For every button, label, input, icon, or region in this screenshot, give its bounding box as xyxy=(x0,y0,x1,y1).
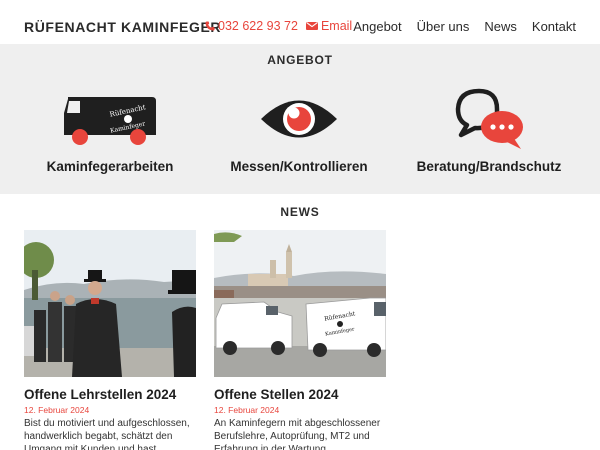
envelope-icon xyxy=(305,22,318,30)
brand-logo[interactable]: RÜFENACHT KAMINFEGER xyxy=(24,19,221,35)
service-messen-kontrollieren[interactable]: Messen/Kontrollieren xyxy=(199,84,399,174)
nav-item-news[interactable]: News xyxy=(484,19,517,34)
email-link[interactable]: Email xyxy=(305,19,353,33)
news-card-lehrstellen[interactable]: Offene Lehrstellen 2024 12. Februar 2024… xyxy=(24,230,196,450)
phone-icon xyxy=(205,21,215,31)
van-icon: Rüfenacht Kaminfeger xyxy=(64,97,156,145)
nav-item-kontakt[interactable]: Kontakt xyxy=(532,19,576,34)
news-image-vans: Rüfenacht Kaminfeger xyxy=(214,230,386,377)
news-card-date: 12. Februar 2024 xyxy=(214,405,280,415)
news-card-excerpt: Bist du motiviert und aufgeschlossen, ha… xyxy=(24,418,190,450)
angebot-section: ANGEBOT Rüfenacht Kaminfeger Kaminfegera… xyxy=(0,44,600,194)
contact-links: 032 622 93 72 Email xyxy=(205,19,352,33)
angebot-heading: ANGEBOT xyxy=(267,53,333,67)
phone-link[interactable]: 032 622 93 72 xyxy=(205,19,298,33)
site-header: RÜFENACHT KAMINFEGER 032 622 93 72 Email… xyxy=(0,0,600,44)
news-card-excerpt: An Kaminfegern mit abgeschlossener Beruf… xyxy=(214,418,381,450)
news-card-title: Offene Lehrstellen 2024 xyxy=(24,387,177,402)
news-card-offene-stellen[interactable]: Rüfenacht Kaminfeger Offene Stellen 2024… xyxy=(214,230,386,450)
news-card-title: Offene Stellen 2024 xyxy=(214,387,339,402)
phone-number: 032 622 93 72 xyxy=(218,19,298,33)
news-card-date: 12. Februar 2024 xyxy=(24,405,90,415)
eye-icon xyxy=(261,100,337,138)
service-label: Beratung/Brandschutz xyxy=(416,159,562,174)
service-label: Kaminfegerarbeiten xyxy=(46,159,174,174)
email-label: Email xyxy=(320,19,353,33)
chat-bubbles-icon xyxy=(455,88,523,149)
service-label: Messen/Kontrollieren xyxy=(230,159,368,174)
main-nav: Angebot Über uns News Kontakt xyxy=(353,19,576,34)
service-beratung-brandschutz[interactable]: Beratung/Brandschutz xyxy=(389,84,589,174)
nav-item-ueber-uns[interactable]: Über uns xyxy=(417,19,470,34)
nav-item-angebot[interactable]: Angebot xyxy=(353,19,401,34)
service-kaminfegerarbeiten[interactable]: Rüfenacht Kaminfeger Kaminfegerarbeiten xyxy=(10,84,210,174)
news-heading: NEWS xyxy=(280,205,320,219)
news-image-chimney-sweeps xyxy=(24,230,196,377)
